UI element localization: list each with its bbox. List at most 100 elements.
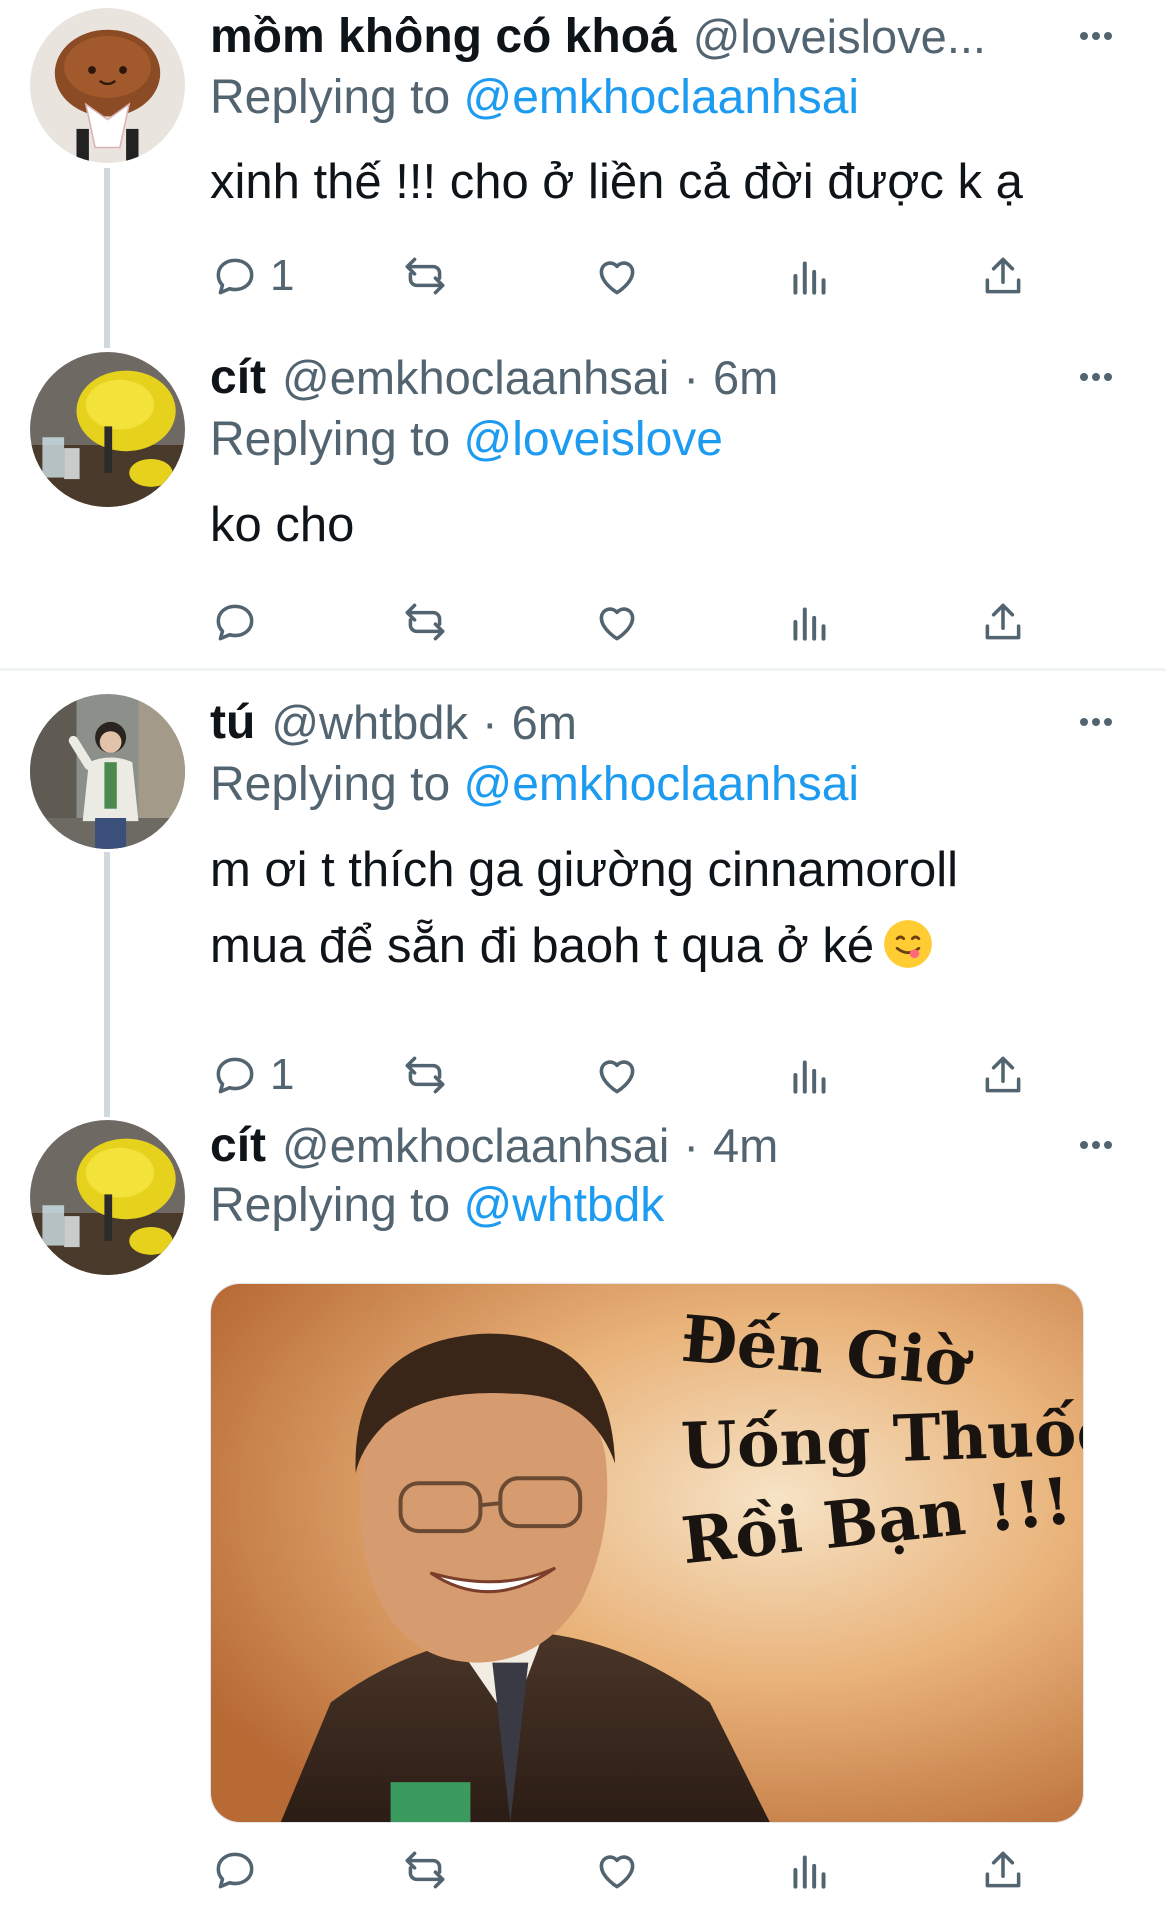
avatar[interactable] — [30, 8, 185, 163]
display-name[interactable]: mồm không có khoá — [210, 9, 677, 64]
share-icon — [985, 257, 1021, 294]
heart-icon — [599, 1855, 635, 1889]
share-button[interactable] — [978, 246, 1028, 306]
analytics-icon — [793, 1855, 826, 1889]
retweet-icon — [405, 257, 445, 295]
tweet-text-line: mua để sẵn đi baoh t qua ở ké — [210, 908, 1136, 984]
person-street-avatar-icon — [30, 694, 185, 849]
thread-line — [104, 852, 110, 1117]
yellow-plush-avatar-icon — [30, 1120, 185, 1275]
timestamp[interactable]: 4m — [713, 1118, 778, 1173]
replying-to-prefix: Replying to — [210, 71, 451, 124]
replying-to: Replying to @emkhoclaanhsai — [210, 757, 859, 819]
tweet-actions: 1 — [210, 246, 1030, 306]
like-button[interactable] — [592, 1840, 642, 1900]
user-handle[interactable]: @whtbdk — [271, 695, 468, 750]
reply-button[interactable] — [210, 592, 270, 652]
reply-icon — [216, 1852, 254, 1889]
tweet-text: m ơi t thích ga giường cinnamoroll mua đ… — [210, 832, 1136, 984]
thread-line — [104, 168, 110, 348]
replying-to-mention[interactable]: @whtbdk — [463, 1179, 664, 1232]
time-separator: · — [683, 350, 700, 404]
share-button[interactable] — [978, 592, 1028, 652]
tweet-1[interactable]: mồm không có khoá @loveislove... Replyin… — [0, 0, 1166, 348]
tweet-text-line: ko cho — [210, 498, 355, 552]
yum-face-emoji-icon — [884, 920, 932, 968]
analytics-button[interactable] — [785, 1840, 835, 1900]
time-separator: · — [683, 1118, 700, 1172]
tweet-actions — [210, 592, 1030, 652]
replying-to-prefix: Replying to — [210, 1179, 451, 1232]
heart-icon — [599, 1060, 635, 1094]
reply-icon — [216, 258, 254, 295]
reply-icon — [216, 604, 254, 641]
user-handle[interactable]: @emkhoclaanhsai — [282, 1118, 669, 1173]
more-options-icon[interactable] — [1066, 6, 1126, 66]
avatar[interactable] — [30, 1120, 185, 1275]
share-icon — [985, 603, 1021, 640]
analytics-button[interactable] — [785, 592, 835, 652]
more-options-icon[interactable] — [1066, 692, 1126, 752]
heart-icon — [599, 607, 635, 641]
timestamp[interactable]: 6m — [512, 695, 577, 750]
replying-to-mention[interactable]: @loveislove — [463, 413, 723, 466]
replying-to-mention[interactable]: @emkhoclaanhsai — [463, 758, 859, 811]
avatar[interactable] — [30, 694, 185, 849]
share-button[interactable] — [978, 1840, 1028, 1900]
tweet-actions — [210, 1840, 1030, 1900]
user-handle[interactable]: @emkhoclaanhsai — [282, 350, 669, 405]
tweet-header: cít @emkhoclaanhsai · 6m — [210, 347, 1126, 407]
tweet-actions: 1 — [210, 1045, 1030, 1105]
analytics-icon — [793, 261, 826, 295]
tweet-2[interactable]: cít @emkhoclaanhsai · 6m Replying to @lo… — [0, 345, 1166, 665]
replying-to: Replying to @whtbdk — [210, 1178, 664, 1240]
like-button[interactable] — [592, 1045, 642, 1105]
replying-to: Replying to @emkhoclaanhsai — [210, 70, 859, 132]
more-options-icon[interactable] — [1066, 1115, 1126, 1175]
tweet-media-image[interactable]: Đến Giờ Uống Thuốc Rồi Bạn !!! — [210, 1283, 1084, 1823]
analytics-button[interactable] — [785, 1045, 835, 1105]
replying-to-mention[interactable]: @emkhoclaanhsai — [463, 71, 859, 124]
reply-count: 1 — [270, 1050, 295, 1099]
reply-icon — [216, 1057, 254, 1094]
avatar[interactable] — [30, 352, 185, 507]
reply-button[interactable]: 1 — [210, 1045, 294, 1105]
retweet-button[interactable] — [400, 1840, 450, 1900]
time-separator: · — [481, 695, 498, 749]
tweet-header: cít @emkhoclaanhsai · 4m — [210, 1115, 1126, 1175]
display-name[interactable]: tú — [210, 695, 255, 750]
display-name[interactable]: cít — [210, 1118, 266, 1173]
share-icon — [985, 1056, 1021, 1093]
heart-icon — [599, 261, 635, 295]
more-options-icon[interactable] — [1066, 347, 1126, 407]
display-name[interactable]: cít — [210, 350, 266, 405]
replying-to-prefix: Replying to — [210, 413, 451, 466]
reply-count: 1 — [270, 251, 295, 300]
yellow-plush-avatar-icon — [30, 352, 185, 507]
share-button[interactable] — [978, 1045, 1028, 1105]
tweet-header: tú @whtbdk · 6m — [210, 692, 1126, 752]
share-icon — [985, 1851, 1021, 1888]
reply-button[interactable] — [210, 1840, 260, 1900]
retweet-button[interactable] — [400, 1045, 450, 1105]
user-handle[interactable]: @loveislove... — [693, 9, 986, 64]
retweet-icon — [405, 603, 445, 641]
analytics-button[interactable] — [785, 246, 835, 306]
replying-to: Replying to @loveislove — [210, 412, 723, 474]
analytics-icon — [793, 607, 826, 641]
retweet-icon — [405, 1851, 445, 1889]
retweet-button[interactable] — [400, 246, 450, 306]
bread-plush-avatar-icon — [30, 8, 185, 163]
like-button[interactable] — [592, 592, 642, 652]
reply-button[interactable]: 1 — [210, 246, 294, 306]
like-button[interactable] — [592, 246, 642, 306]
tweet-text-line: m ơi t thích ga giường cinnamoroll — [210, 843, 958, 897]
timestamp[interactable]: 6m — [713, 350, 778, 405]
tweet-text-line: xinh thế !!! cho ở liền cả đời được k ạ — [210, 155, 1023, 209]
retweet-icon — [405, 1056, 445, 1094]
tweet-header: mồm không có khoá @loveislove... — [210, 6, 1126, 66]
tweet-3[interactable]: tú @whtbdk · 6m Replying to @emkhoclaanh… — [0, 690, 1166, 1117]
retweet-button[interactable] — [400, 592, 450, 652]
tweet-text: xinh thế !!! cho ở liền cả đời được k ạ — [210, 144, 1136, 220]
analytics-icon — [793, 1060, 826, 1094]
